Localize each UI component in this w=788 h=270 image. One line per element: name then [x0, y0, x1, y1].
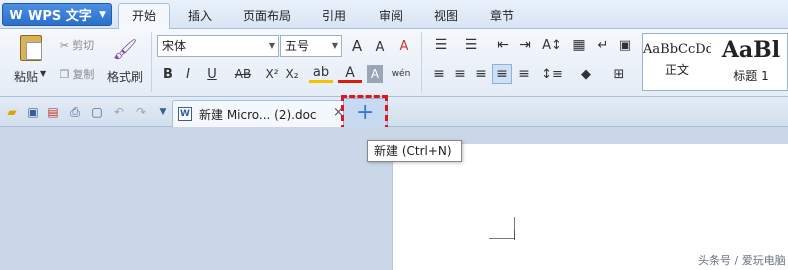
superscript-icon[interactable]: X² — [264, 65, 280, 83]
divider — [421, 32, 422, 92]
numbered-list-icon[interactable]: ☰ — [458, 36, 484, 54]
redo-icon[interactable]: ↷ — [134, 105, 148, 119]
style-preview: AaBl — [721, 37, 781, 63]
style-item-heading-1[interactable]: AaBl 标题 1 — [713, 34, 788, 90]
new-document-tooltip: 新建 (Ctrl+N) — [367, 140, 462, 162]
align-right-icon[interactable]: ≡ — [472, 65, 490, 83]
margin-corner-mark — [489, 217, 515, 239]
italic-icon[interactable]: I — [180, 65, 196, 83]
increase-indent-icon[interactable]: ⇥ — [516, 36, 534, 54]
font-size-value: 五号 — [285, 39, 310, 53]
chevron-down-icon: ▼ — [99, 9, 106, 20]
format-painter-icon: 🖌 — [112, 37, 138, 61]
table-icon[interactable]: ▦ — [570, 36, 588, 54]
align-center-icon[interactable]: ≡ — [451, 65, 469, 83]
print-icon[interactable]: ⎙ — [68, 105, 82, 119]
app-name: WPS 文字 — [28, 9, 92, 24]
character-shading-icon[interactable]: A — [367, 65, 383, 83]
paste-icon — [20, 35, 42, 61]
clear-format-icon[interactable]: A — [394, 36, 414, 56]
style-name: 正文 — [664, 63, 689, 77]
chevron-down-icon: ▼ — [331, 41, 338, 50]
phonetic-guide-icon[interactable]: wén — [388, 63, 414, 85]
style-preview: AaBbCcDd — [643, 42, 711, 57]
font-family-value: 宋体 — [162, 39, 187, 53]
style-item-normal[interactable]: AaBbCcDd 正文 — [643, 34, 711, 90]
copy-button[interactable]: ❐ 复制 — [53, 65, 101, 83]
bullet-list-icon[interactable]: ☰ — [428, 36, 454, 54]
tab-home[interactable]: 开始 — [118, 3, 170, 30]
tab-references[interactable]: 引用 — [316, 6, 352, 26]
decrease-indent-icon[interactable]: ⇤ — [494, 36, 512, 54]
line-spacing-icon[interactable]: ↕≡ — [540, 65, 564, 83]
divider — [151, 32, 152, 92]
shading-icon[interactable]: ◆ — [572, 65, 600, 83]
wps-logo-icon: W — [9, 7, 23, 22]
paragraph-mark-icon[interactable]: ↵ — [594, 36, 612, 54]
cut-label: 剪切 — [72, 39, 95, 52]
save-icon[interactable]: ▣ — [26, 105, 40, 119]
strikethrough-icon[interactable]: AB — [228, 65, 258, 83]
scissors-icon: ✂ — [59, 38, 70, 52]
font-family-select[interactable]: 宋体 ▼ — [157, 35, 279, 57]
font-color-icon[interactable]: A — [338, 65, 362, 83]
cut-button[interactable]: ✂ 剪切 — [53, 36, 101, 54]
quick-access-toolbar: ▰ ▣ ▤ ⎙ ▢ ↶ ↷ ▼ W 新建 Micro... (2).doc × … — [0, 97, 788, 128]
underline-icon[interactable]: U — [200, 65, 224, 83]
open-folder-icon[interactable]: ▰ — [5, 105, 19, 119]
paste-button[interactable]: 粘贴 ▼ — [6, 31, 46, 89]
watermark: 头条号 / 爱玩电脑 — [698, 254, 786, 267]
app-menu-button[interactable]: W WPS 文字 ▼ — [2, 3, 112, 26]
tab-review[interactable]: 审阅 — [373, 6, 409, 26]
grow-font-icon[interactable]: A — [347, 36, 367, 56]
print-preview-icon[interactable]: ▢ — [90, 105, 104, 119]
shrink-font-icon[interactable]: A — [371, 38, 389, 56]
distributed-align-icon[interactable]: ≡ — [515, 65, 533, 83]
word-document-icon: W — [178, 107, 192, 121]
font-size-select[interactable]: 五号 ▼ — [280, 35, 342, 57]
format-painter-button[interactable]: 🖌 格式刷 — [104, 31, 146, 89]
tab-page-layout[interactable]: 页面布局 — [237, 6, 297, 26]
document-tab[interactable]: W 新建 Micro... (2).doc × — [172, 100, 346, 127]
export-pdf-icon[interactable]: ▤ — [46, 105, 60, 119]
customize-toolbar-icon[interactable]: ▼ — [156, 105, 170, 119]
document-tab-title: 新建 Micro... (2).doc — [199, 108, 317, 122]
copy-label: 复制 — [72, 68, 95, 81]
copy-icon: ❐ — [59, 67, 70, 81]
justify-icon[interactable]: ≡ — [492, 64, 512, 84]
highlight-annotation-box — [341, 95, 388, 131]
subscript-icon[interactable]: X₂ — [284, 65, 300, 83]
bold-icon[interactable]: B — [160, 65, 176, 83]
paste-dropdown-icon: ▼ — [40, 69, 47, 78]
text-direction-icon[interactable]: A↕ — [540, 36, 564, 54]
tab-view[interactable]: 视图 — [428, 6, 464, 26]
text-cursor — [514, 230, 515, 240]
border-grid-icon[interactable]: ⊞ — [605, 65, 633, 83]
undo-icon[interactable]: ↶ — [112, 105, 126, 119]
borders-icon[interactable]: ▣ — [616, 36, 634, 54]
highlight-color-icon[interactable]: ab — [309, 65, 333, 83]
paste-label: 粘贴 — [13, 70, 38, 84]
styles-gallery: AaBbCcDd 正文 AaBl 标题 1 — [642, 33, 788, 91]
menu-bar: W WPS 文字 ▼ 开始 插入 页面布局 引用 审阅 视图 章节 — [0, 0, 788, 30]
tab-insert[interactable]: 插入 — [182, 6, 218, 26]
tab-chapter[interactable]: 章节 — [484, 6, 520, 26]
chevron-down-icon: ▼ — [268, 41, 275, 50]
format-painter-label: 格式刷 — [106, 70, 143, 84]
style-name: 标题 1 — [733, 69, 769, 83]
align-left-icon[interactable]: ≡ — [430, 65, 448, 83]
ribbon: 粘贴 ▼ ✂ 剪切 ❐ 复制 🖌 格式刷 宋体 ▼ 五号 ▼ A A A B I… — [0, 29, 788, 97]
